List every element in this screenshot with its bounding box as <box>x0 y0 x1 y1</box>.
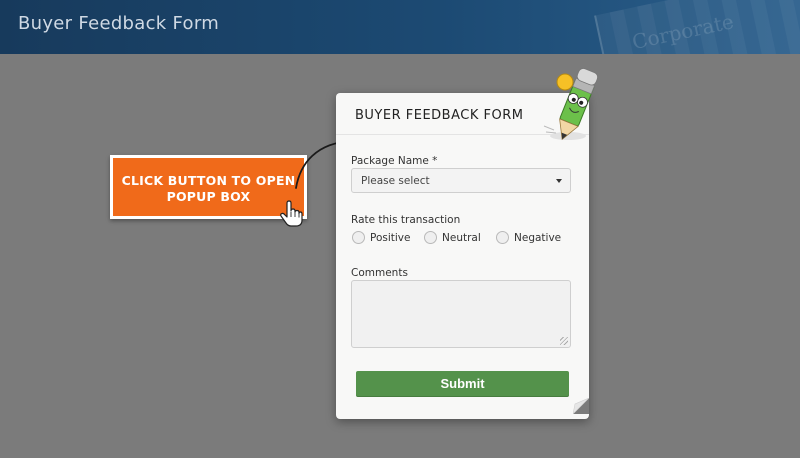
popup-title: BUYER FEEDBACK FORM <box>355 108 524 123</box>
radio-positive[interactable]: Positive <box>352 231 412 245</box>
header-decor-text: Corporate <box>629 9 736 54</box>
top-header-bar: Corporate Buyer Feedback Form <box>0 0 800 54</box>
page-title: Buyer Feedback Form <box>18 13 220 34</box>
open-popup-button[interactable]: CLICK BUTTON TO OPEN POPUP BOX <box>110 155 307 219</box>
package-name-selected-value: Please select <box>361 175 430 187</box>
package-name-label: Package Name * <box>351 155 438 167</box>
hand-pointer-icon <box>280 200 303 227</box>
page-fold-corner <box>573 398 589 414</box>
comments-textarea[interactable] <box>351 280 571 348</box>
comments-label: Comments <box>351 267 408 279</box>
open-popup-button-label-line1: CLICK BUTTON TO OPEN <box>121 173 296 188</box>
radio-neutral[interactable]: Neutral <box>424 231 486 245</box>
radio-negative[interactable]: Negative <box>496 231 562 245</box>
radio-negative-label: Negative <box>514 232 562 244</box>
header-decor-image: Corporate <box>594 0 800 54</box>
open-popup-button-label-line2: POPUP BOX <box>166 189 251 204</box>
submit-button[interactable]: Submit <box>356 371 569 397</box>
radio-positive-circle[interactable] <box>352 231 365 244</box>
package-name-select[interactable]: Please select <box>351 168 571 193</box>
radio-neutral-label: Neutral <box>442 232 481 244</box>
rating-label: Rate this transaction <box>351 214 461 226</box>
chevron-down-icon <box>556 179 562 183</box>
resize-grip-icon[interactable] <box>560 337 568 345</box>
radio-neutral-circle[interactable] <box>424 231 437 244</box>
pencil-mascot-icon <box>543 68 599 141</box>
radio-positive-label: Positive <box>370 232 411 244</box>
radio-negative-circle[interactable] <box>496 231 509 244</box>
